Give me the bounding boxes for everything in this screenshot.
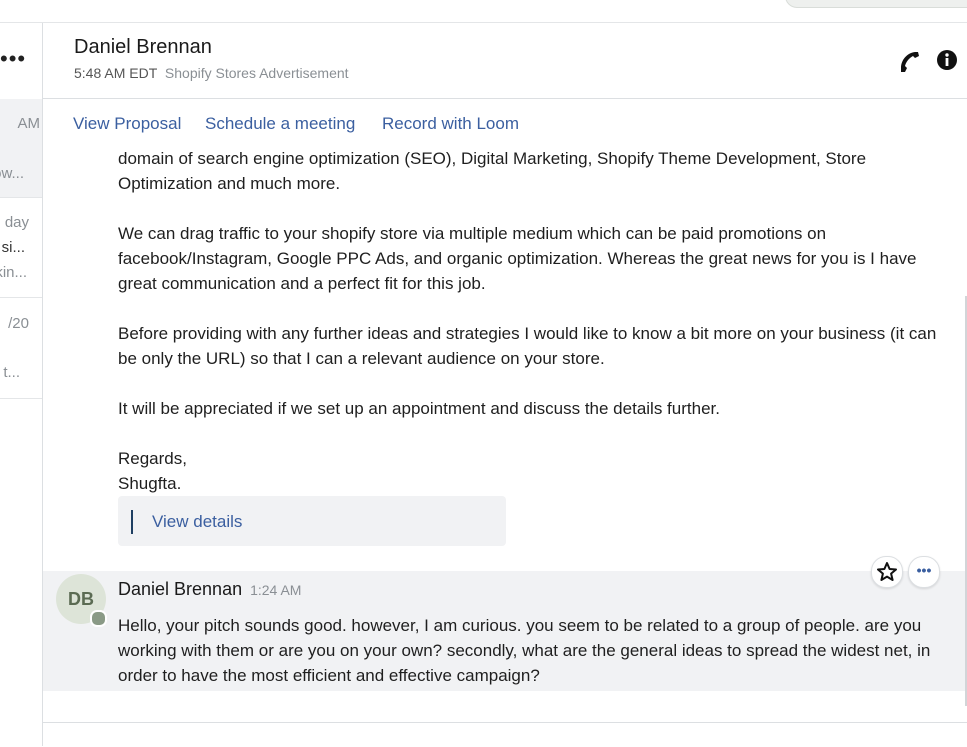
top-search-pill[interactable] [785,0,967,8]
conversation-preview: si... [1,239,25,256]
conversation-time: /20 [8,315,29,332]
favorite-button[interactable] [871,556,903,588]
message-time: 1:24 AM [250,582,302,598]
conversation-tabs: View Proposal Schedule a meeting Record … [43,99,967,149]
message-signature: Shugfta. [118,474,182,493]
message-body: Hello, your pitch sounds good. however, … [118,616,931,685]
tab-schedule-meeting[interactable]: Schedule a meeting [205,114,355,134]
local-time: 5:48 AM EDT [74,65,158,81]
message-line: Optimization and much more. [118,174,341,193]
avatar-initials: DB [68,589,94,609]
message-author: Daniel Brennan 1:24 AM [118,579,301,600]
message-more-button[interactable]: ••• [908,556,940,588]
message-item: DB Daniel Brennan 1:24 AM Hello, your pit… [43,571,967,691]
conversation-item[interactable]: day si... kin... [0,198,42,298]
message-line: domain of search engine optimization (SE… [118,150,867,168]
conversation-preview: t... [3,364,20,381]
conversation-time: AM [17,115,41,132]
conversation-subject: Shopify Stores Advertisement [164,65,349,81]
message-paragraph: Before providing with any further ideas … [118,324,937,368]
message-signoff: Regards, [118,449,187,468]
conversation-list: ••• AM ow... day si... kin... /20 t... [0,23,43,746]
conversation-preview: ow... [0,165,24,182]
conversation-preview-line2: kin... [0,264,27,281]
conversation-time: day [4,214,29,231]
message-paragraph: It will be appreciated if we set up an a… [118,399,720,418]
conversation-item[interactable]: AM ow... [0,99,42,198]
tab-view-proposal[interactable]: View Proposal [73,114,181,134]
tab-record-loom[interactable]: Record with Loom [382,114,519,134]
star-icon [877,562,897,581]
author-name[interactable]: Daniel Brennan [118,579,242,599]
conversation-meta: 5:48 AM EDT Shopify Stores Advertisement [74,65,349,81]
message-composer[interactable] [43,722,967,747]
view-details-card[interactable]: View details [118,496,506,546]
conversation-header: Daniel Brennan 5:48 AM EDT Shopify Store… [43,23,967,99]
more-options-button[interactable]: ••• [0,48,26,70]
contact-name[interactable]: Daniel Brennan [74,36,212,59]
phone-icon[interactable] [898,48,922,72]
top-bar [0,0,967,23]
message-thread[interactable]: domain of search engine optimization (SE… [43,150,967,722]
avatar[interactable]: DB [56,574,107,627]
info-icon[interactable] [936,49,958,71]
presence-status-dot [90,610,107,627]
view-details-link[interactable]: View details [152,512,242,532]
conversation-item[interactable]: /20 t... [0,298,42,399]
quote-bar [131,510,133,534]
message-paragraph: We can drag traffic to your shopify stor… [118,224,917,293]
